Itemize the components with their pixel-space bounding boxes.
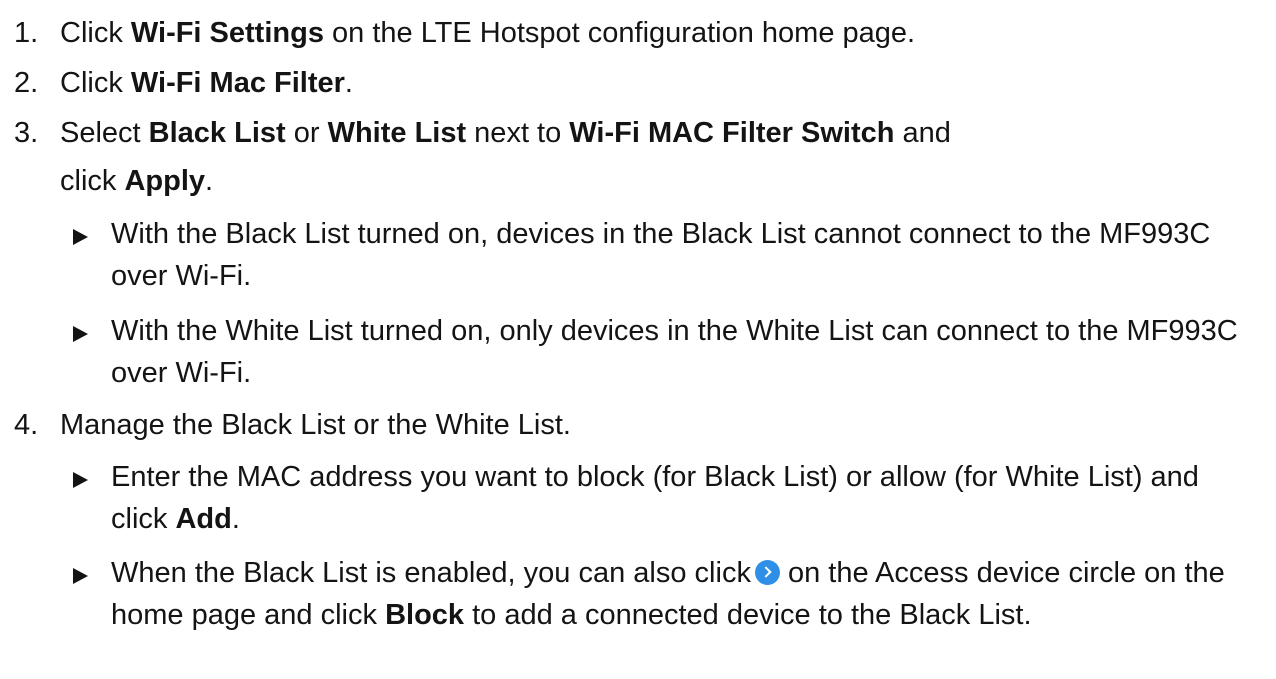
bullet-text: When the Black List is enabled, you can … <box>111 557 1225 631</box>
ui-term: Apply <box>124 165 206 197</box>
ui-term: White List <box>327 117 467 149</box>
step-text: Click Wi-Fi Mac Filter. <box>60 67 353 99</box>
bullet-item: With the White List turned on, only devi… <box>73 310 1263 394</box>
step-number: 1. <box>14 17 39 49</box>
bullet-text: With the Black List turned on, devices i… <box>111 218 1211 292</box>
step-number: 3. <box>14 117 39 149</box>
bullet-item: Enter the MAC address you want to block … <box>73 456 1263 540</box>
triangle-right-icon <box>73 326 88 342</box>
ui-term: Black List <box>148 117 286 149</box>
bullet-text: Enter the MAC address you want to block … <box>111 461 1199 535</box>
step-number: 2. <box>14 67 39 99</box>
bullet-text: With the White List turned on, only devi… <box>111 315 1238 389</box>
ui-term: Wi-Fi MAC Filter Switch <box>569 117 895 149</box>
triangle-right-icon <box>73 568 88 584</box>
step-3: 3. Select Black List or White List next t… <box>14 110 1264 157</box>
ui-term: Add <box>175 503 232 535</box>
step-text: Manage the Black List or the White List. <box>60 409 571 441</box>
step-text: Click Wi-Fi Settings on the LTE Hotspot … <box>60 17 916 49</box>
bullet-item: When the Black List is enabled, you can … <box>73 552 1263 636</box>
step-number: 4. <box>14 409 39 441</box>
triangle-right-icon <box>73 229 88 245</box>
instructions-document: 1. Click Wi-Fi Settings on the LTE Hotspo… <box>0 0 1276 679</box>
step-1: 1. Click Wi-Fi Settings on the LTE Hotspo… <box>14 10 1264 57</box>
ui-term: Block <box>385 599 465 631</box>
ui-term: Wi-Fi Settings <box>130 17 324 49</box>
step-4: 4. Manage the Black List or the White Lis… <box>14 402 1264 449</box>
ui-term: Wi-Fi Mac Filter <box>130 67 345 99</box>
bullet-item: With the Black List turned on, devices i… <box>73 213 1263 297</box>
blue-circle-chevron-right-icon <box>754 560 780 585</box>
triangle-right-icon <box>73 472 88 488</box>
step-3-continuation: click Apply. <box>60 165 214 197</box>
step-text: Select Black List or White List next to … <box>60 117 951 149</box>
step-2: 2. Click Wi-Fi Mac Filter. <box>14 60 1264 107</box>
